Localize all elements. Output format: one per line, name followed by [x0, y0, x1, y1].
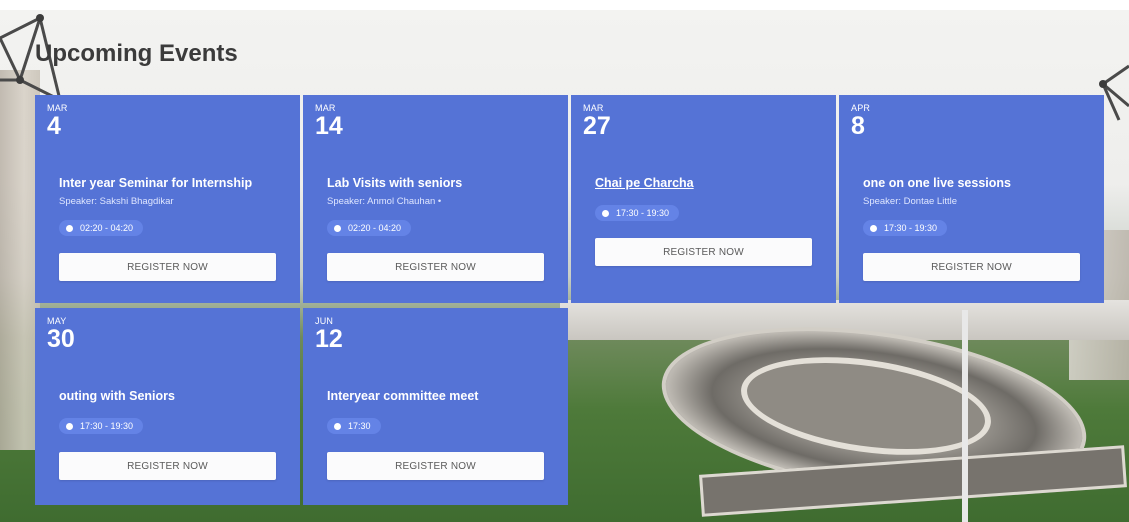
event-time-text: 02:20 - 04:20 — [80, 223, 134, 233]
event-speaker: Speaker: Dontae Little — [863, 196, 958, 207]
event-card: MAR 27 Chai pe Charcha 17:30 - 19:30 REG… — [571, 95, 836, 303]
event-day: 14 — [315, 112, 343, 140]
event-day: 30 — [47, 325, 75, 353]
event-time-text: 17:30 - 19:30 — [616, 208, 670, 218]
clock-icon — [870, 225, 877, 232]
event-card: APR 8 one on one live sessions Speaker: … — [839, 95, 1104, 303]
event-card: MAR 4 Inter year Seminar for Internship … — [35, 95, 300, 303]
clock-icon — [66, 423, 73, 430]
event-title: Inter year Seminar for Internship — [59, 176, 253, 190]
event-title: Lab Visits with seniors — [327, 176, 463, 190]
event-title: one on one live sessions — [863, 176, 1011, 190]
event-time-text: 02:20 - 04:20 — [348, 223, 402, 233]
event-card: JUN 12 Interyear committee meet 17:30 RE… — [303, 308, 568, 505]
stone-carving — [0, 70, 40, 450]
page-title: Upcoming Events — [35, 40, 238, 67]
clock-icon — [602, 210, 609, 217]
event-time: 17:30 — [327, 418, 381, 434]
clock-icon — [334, 225, 341, 232]
register-now-button[interactable]: REGISTER NOW — [327, 253, 544, 281]
event-speaker: Speaker: Anmol Chauhan • — [327, 196, 442, 207]
event-time-text: 17:30 - 19:30 — [884, 223, 938, 233]
event-time: 02:20 - 04:20 — [327, 220, 412, 236]
event-time-text: 17:30 — [348, 421, 371, 431]
register-now-button[interactable]: REGISTER NOW — [59, 253, 276, 281]
event-day: 27 — [583, 112, 611, 140]
register-now-button[interactable]: REGISTER NOW — [59, 452, 276, 480]
event-time-text: 17:30 - 19:30 — [80, 421, 134, 431]
event-time: 02:20 - 04:20 — [59, 220, 144, 236]
clock-icon — [334, 423, 341, 430]
event-time: 17:30 - 19:30 — [595, 205, 680, 221]
events-grid: MAR 4 Inter year Seminar for Internship … — [35, 95, 1107, 505]
event-time: 17:30 - 19:30 — [59, 418, 144, 434]
event-day: 4 — [47, 112, 61, 140]
register-now-button[interactable]: REGISTER NOW — [863, 253, 1080, 281]
register-now-button[interactable]: REGISTER NOW — [327, 452, 544, 480]
register-now-button[interactable]: REGISTER NOW — [595, 238, 812, 266]
event-card: MAR 14 Lab Visits with seniors Speaker: … — [303, 95, 568, 303]
event-speaker: Speaker: Sakshi Bhagdikar — [59, 196, 174, 207]
event-time: 17:30 - 19:30 — [863, 220, 948, 236]
clock-icon — [66, 225, 73, 232]
event-day: 12 — [315, 325, 343, 353]
event-title: outing with Seniors — [59, 389, 175, 403]
event-title-link[interactable]: Chai pe Charcha — [595, 176, 694, 190]
event-title: Interyear committee meet — [327, 389, 479, 403]
event-card: MAY 30 outing with Seniors 17:30 - 19:30… — [35, 308, 300, 505]
event-day: 8 — [851, 112, 865, 140]
